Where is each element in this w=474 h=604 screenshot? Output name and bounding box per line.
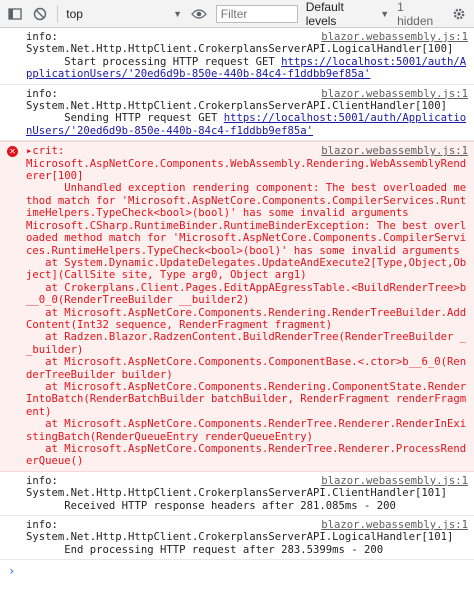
hidden-count: 1 hidden xyxy=(397,0,434,28)
sidebar-toggle-icon[interactable] xyxy=(6,5,24,23)
source-link[interactable]: blazor.webassembly.js:1 xyxy=(321,88,468,100)
log-message: System.Net.Http.HttpClient.CrokerplansSe… xyxy=(26,100,468,137)
log-message: System.Net.Http.HttpClient.CrokerplansSe… xyxy=(26,487,447,512)
error-stack-trace: Microsoft.AspNetCore.Components.WebAssem… xyxy=(26,157,467,468)
console-prompt[interactable]: › xyxy=(0,560,474,582)
chevron-down-icon: ▼ xyxy=(173,8,183,19)
context-label: top xyxy=(66,6,83,21)
source-link[interactable]: blazor.webassembly.js:1 xyxy=(321,31,468,43)
log-message: System.Net.Http.HttpClient.CrokerplansSe… xyxy=(26,43,468,80)
log-entry-info: blazor.webassembly.js:1 info: System.Net… xyxy=(0,28,474,85)
chevron-down-icon: ▼ xyxy=(380,8,390,19)
prompt-chevron-icon: › xyxy=(8,564,16,579)
source-link[interactable]: blazor.webassembly.js:1 xyxy=(321,145,468,158)
console-toolbar: top ▼ Default levels ▼ 1 hidden xyxy=(0,0,474,28)
log-levels-label: Default levels xyxy=(305,0,344,28)
toolbar-divider xyxy=(57,4,59,23)
log-message: System.Net.Http.HttpClient.CrokerplansSe… xyxy=(26,531,454,556)
log-text: Start processing HTTP request GET xyxy=(26,55,282,68)
log-entry-info: blazor.webassembly.js:1 info: System.Net… xyxy=(0,85,474,142)
eye-icon[interactable] xyxy=(190,5,208,23)
log-entry-info: blazor.webassembly.js:1 info: System.Net… xyxy=(0,472,474,517)
source-link[interactable]: blazor.webassembly.js:1 xyxy=(321,475,468,487)
filter-input[interactable] xyxy=(215,4,298,23)
gear-icon[interactable] xyxy=(450,5,468,23)
context-selector[interactable]: top ▼ xyxy=(66,7,182,21)
log-text: System.Net.Http.HttpClient.CrokerplansSe… xyxy=(26,100,447,113)
error-icon: ✕ xyxy=(7,146,18,158)
log-entry-error: ✕ blazor.webassembly.js:1 ▸crit: Microso… xyxy=(0,141,474,472)
log-text: Sending HTTP request GET xyxy=(26,112,224,125)
clear-console-icon[interactable] xyxy=(32,5,50,23)
log-levels-dropdown[interactable]: Default levels ▼ xyxy=(306,0,389,28)
source-link[interactable]: blazor.webassembly.js:1 xyxy=(321,519,468,531)
log-label: crit: xyxy=(32,145,65,158)
log-text: System.Net.Http.HttpClient.CrokerplansSe… xyxy=(26,43,454,56)
log-entry-info: blazor.webassembly.js:1 info: System.Net… xyxy=(0,516,474,561)
